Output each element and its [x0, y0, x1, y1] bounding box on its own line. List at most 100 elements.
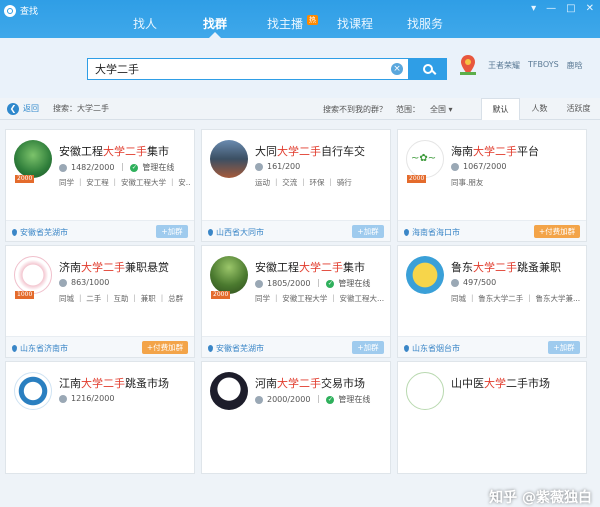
- join-button[interactable]: +加群: [352, 341, 384, 354]
- watermark: 知乎 @紫薇独白: [489, 490, 592, 506]
- search-summary: 搜索：大学二手: [53, 104, 109, 113]
- sort-members[interactable]: 人数: [520, 98, 559, 120]
- title-part: 大同: [255, 145, 277, 158]
- location-text: 山东省济南市: [20, 344, 68, 353]
- card-footer: 山东省烟台市 +加群: [398, 336, 586, 357]
- scope-label: 范围：: [396, 105, 420, 114]
- group-card[interactable]: 大同大学二手自行车交 161/200 运动 ｜ 交流 ｜ 环保 ｜ 骑行 山西省…: [201, 129, 391, 242]
- group-title: 鲁东大学二手跳蚤兼职: [451, 259, 561, 275]
- card-footer: 山西省大同市 +加群: [202, 220, 390, 241]
- sort-default[interactable]: 默认: [481, 98, 520, 120]
- group-card[interactable]: 鲁东大学二手跳蚤兼职 497/500 同城 ｜ 鲁东大学二手 ｜ 鲁东大学兼..…: [397, 245, 587, 358]
- title-highlight: 大学二手: [103, 145, 147, 158]
- maximize-button[interactable]: □: [566, 3, 575, 14]
- filter-bar: ❮ 返回 搜索：大学二手 搜索不到我的群？ 范围： 全国 ▾ 默认 人数 活跃度: [0, 98, 600, 120]
- group-card[interactable]: ~✿~ 2000 海南大学二手平台 1067/2000 同事.朋友 海南省海口市…: [397, 129, 587, 242]
- title-highlight: 大学二手: [473, 145, 517, 158]
- title-part: 海南: [451, 145, 473, 158]
- tab-find-service[interactable]: 找服务: [390, 14, 460, 38]
- member-icon: [451, 162, 459, 171]
- sort-activity[interactable]: 活跃度: [559, 98, 598, 120]
- paid-join-button[interactable]: +付费加群: [142, 341, 188, 354]
- member-count: 2000/2000: [267, 395, 311, 404]
- title-part: 集市: [343, 261, 365, 274]
- tab-find-group[interactable]: 找群: [180, 14, 250, 38]
- minimize-button[interactable]: —: [546, 3, 556, 14]
- level-badge: 1000: [15, 291, 35, 299]
- search-icon: [423, 64, 433, 74]
- join-button[interactable]: +加群: [548, 341, 580, 354]
- group-meta: 1067/2000: [451, 162, 506, 171]
- tab-find-people[interactable]: 找人: [110, 14, 180, 38]
- group-location: 山西省大同市: [208, 227, 264, 238]
- hot-badge: 热: [307, 15, 318, 25]
- admin-status: 管理在线: [142, 163, 175, 172]
- group-location: 安徽省芜湖市: [12, 227, 68, 238]
- group-meta: 1482/2000 ｜ ✓ 管理在线: [59, 162, 174, 173]
- title-part: 山中医: [451, 377, 484, 390]
- admin-status: 管理在线: [338, 395, 371, 404]
- group-card[interactable]: 山中医大学二手市场: [397, 361, 587, 474]
- title-highlight: 大学二手: [299, 261, 343, 274]
- group-card[interactable]: 江南大学二手跳蚤市场 1216/2000: [5, 361, 195, 474]
- title-highlight: 大学二手: [277, 377, 321, 390]
- hotword[interactable]: 鹿晗: [567, 60, 583, 71]
- group-avatar: [406, 256, 444, 294]
- tab-find-course[interactable]: 找课程: [320, 14, 390, 38]
- group-tags: 同学 ｜ 安工程 ｜ 安徽工程大学 ｜ 安...: [59, 178, 191, 187]
- clear-icon[interactable]: ×: [391, 63, 403, 75]
- title-part: 鲁东: [451, 261, 473, 274]
- skin-button[interactable]: ▾: [531, 3, 536, 14]
- card-footer: 安徽省芜湖市 +加群: [202, 336, 390, 357]
- hotword[interactable]: 王者荣耀: [488, 60, 520, 71]
- search-area: 大学二手 × 王者荣耀 TFBOYS 鹿晗: [0, 38, 600, 98]
- member-count: 161/200: [267, 162, 301, 171]
- back-arrow-icon: ❮: [7, 102, 19, 115]
- title-part: 安徽工程: [255, 261, 299, 274]
- group-title: 江南大学二手跳蚤市场: [59, 375, 169, 391]
- group-tags: 运动 ｜ 交流 ｜ 环保 ｜ 骑行: [255, 178, 352, 187]
- scope-select[interactable]: 全国 ▾: [430, 104, 453, 115]
- title-part: 江南: [59, 377, 81, 390]
- group-meta: 1805/2000 ｜ ✓ 管理在线: [255, 278, 370, 289]
- group-avatar: [210, 372, 248, 410]
- hotword[interactable]: TFBOYS: [528, 60, 559, 71]
- tab-find-streamer[interactable]: 找主播热: [250, 14, 320, 38]
- group-card[interactable]: 2000 安徽工程大学二手集市 1805/2000 ｜ ✓ 管理在线 同学 ｜ 安徽工…: [201, 245, 391, 358]
- member-icon: [59, 278, 67, 287]
- card-footer: 海南省海口市 +付费加群: [398, 220, 586, 241]
- admin-online-icon: ✓: [326, 279, 335, 288]
- location-text: 安徽省芜湖市: [216, 344, 264, 353]
- location-icon: [12, 345, 17, 352]
- not-found-link[interactable]: 搜索不到我的群？: [323, 104, 387, 115]
- chevron-down-icon: ▾: [448, 105, 453, 114]
- member-icon: [255, 279, 263, 288]
- group-meta: 2000/2000 ｜ ✓ 管理在线: [255, 394, 370, 405]
- app-title: 查找: [20, 7, 39, 17]
- level-badge: 2000: [211, 291, 231, 299]
- close-button[interactable]: ✕: [586, 3, 594, 14]
- group-title: 大同大学二手自行车交: [255, 143, 365, 159]
- app-logo: 查找: [4, 4, 38, 17]
- group-card[interactable]: 1000 济南大学二手兼职悬赏 863/1000 同城 ｜ 二手 ｜ 互助 ｜ …: [5, 245, 195, 358]
- location-pin-icon[interactable]: [460, 54, 476, 76]
- join-button[interactable]: +加群: [156, 225, 188, 238]
- location-text: 山西省大同市: [216, 228, 264, 237]
- join-button[interactable]: +加群: [352, 225, 384, 238]
- group-avatar: [210, 256, 248, 294]
- location-text: 海南省海口市: [412, 228, 460, 237]
- group-results-grid: 2000 安徽工程大学二手集市 1482/2000 ｜ ✓ 管理在线 同学 ｜ 安工程…: [0, 121, 600, 506]
- group-card[interactable]: 河南大学二手交易市场 2000/2000 ｜ ✓ 管理在线: [201, 361, 391, 474]
- group-title: 安徽工程大学二手集市: [255, 259, 365, 275]
- location-icon: [404, 345, 409, 352]
- search-button[interactable]: [409, 58, 447, 80]
- back-button[interactable]: ❮ 返回: [7, 102, 39, 115]
- title-part: 安徽工程: [59, 145, 103, 158]
- search-input[interactable]: 大学二手 ×: [87, 58, 409, 80]
- avatar-script-logo: ~✿~: [411, 153, 437, 164]
- group-card[interactable]: 2000 安徽工程大学二手集市 1482/2000 ｜ ✓ 管理在线 同学 ｜ 安工程…: [5, 129, 195, 242]
- scope-select-value: 全国: [430, 105, 446, 114]
- paid-join-button[interactable]: +付费加群: [534, 225, 580, 238]
- nav-tabs: 找人 找群 找主播热 找课程 找服务: [110, 14, 460, 38]
- tab-find-streamer-label: 找主播: [266, 17, 303, 31]
